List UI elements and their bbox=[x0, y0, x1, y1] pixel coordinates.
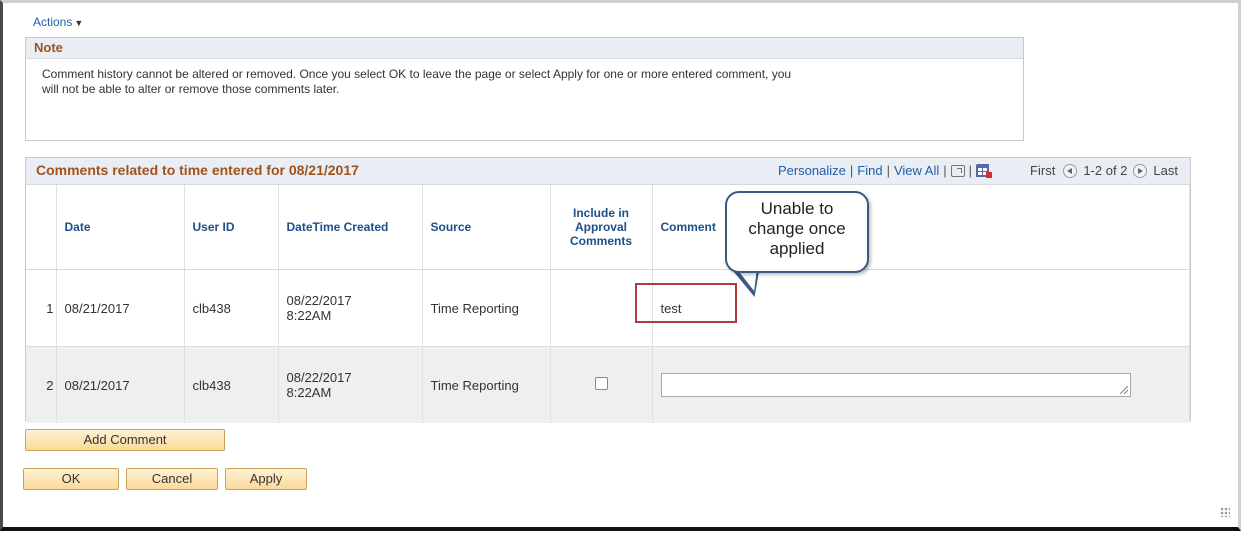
table-row: 1 08/21/2017 clb438 08/22/2017 8:22AM Ti… bbox=[26, 269, 1190, 347]
previous-arrow-icon[interactable] bbox=[1063, 163, 1078, 178]
row-number: 1 bbox=[26, 269, 57, 347]
zoom-icon[interactable] bbox=[950, 164, 965, 177]
add-comment-button[interactable]: Add Comment bbox=[25, 429, 225, 451]
actions-menu[interactable]: Actions ▼ bbox=[33, 15, 83, 29]
callout-line1: Unable to bbox=[760, 199, 834, 218]
callout-bubble: Unable to change once applied bbox=[725, 191, 869, 273]
first-link[interactable]: First bbox=[1030, 163, 1055, 178]
row-date: 08/21/2017 bbox=[56, 346, 185, 423]
row-user-id: clb438 bbox=[184, 269, 279, 347]
grid-header: Comments related to time entered for 08/… bbox=[26, 158, 1190, 185]
column-header-source: Source bbox=[422, 185, 551, 270]
callout-line2: change once bbox=[748, 219, 846, 238]
note-text: Comment history cannot be altered or rem… bbox=[26, 59, 1023, 97]
ok-button[interactable]: OK bbox=[23, 468, 119, 490]
resize-grip-icon[interactable] bbox=[1220, 507, 1230, 517]
personalize-link[interactable]: Personalize bbox=[778, 163, 846, 178]
find-link[interactable]: Find bbox=[857, 163, 882, 178]
table-row: 2 08/21/2017 clb438 08/22/2017 8:22AM Ti… bbox=[26, 346, 1190, 423]
highlight-box bbox=[635, 283, 737, 323]
comments-grid: Comments related to time entered for 08/… bbox=[25, 157, 1191, 423]
grid-title: Comments related to time entered for 08/… bbox=[36, 162, 359, 178]
row-source: Time Reporting bbox=[422, 346, 551, 423]
column-header-user-id: User ID bbox=[184, 185, 279, 270]
column-header-include-in-approval: Include in Approval Comments bbox=[550, 185, 653, 270]
include-approval-checkbox[interactable] bbox=[594, 377, 608, 390]
download-spreadsheet-icon[interactable] bbox=[976, 163, 993, 178]
column-header-date: Date bbox=[56, 185, 185, 270]
table-header-row: Date User ID DateTime Created Source Inc… bbox=[26, 185, 1190, 270]
row-range: 1-2 of 2 bbox=[1083, 163, 1128, 178]
note-text-line1: Comment history cannot be altered or rem… bbox=[42, 67, 792, 81]
apply-button[interactable]: Apply bbox=[225, 468, 307, 490]
row-datetime-created: 08/22/2017 8:22AM bbox=[278, 269, 423, 347]
comments-window: Actions ▼ Note Comment history cannot be … bbox=[0, 0, 1241, 531]
note-text-line2: will not be able to alter or remove thos… bbox=[42, 82, 340, 96]
note-title: Note bbox=[26, 38, 1023, 59]
next-arrow-icon[interactable] bbox=[1133, 163, 1148, 178]
comment-textarea[interactable] bbox=[660, 373, 1131, 397]
cancel-button[interactable]: Cancel bbox=[126, 468, 218, 490]
last-link[interactable]: Last bbox=[1153, 163, 1178, 178]
actions-label[interactable]: Actions bbox=[33, 15, 72, 29]
caret-down-icon[interactable]: ▼ bbox=[74, 18, 83, 28]
row-datetime-created: 08/22/2017 8:22AM bbox=[278, 346, 423, 423]
view-all-link[interactable]: View All bbox=[894, 163, 939, 178]
comments-table: Date User ID DateTime Created Source Inc… bbox=[26, 185, 1190, 423]
row-number: 2 bbox=[26, 346, 57, 423]
column-header-datetime-created: DateTime Created bbox=[278, 185, 423, 270]
row-source: Time Reporting bbox=[422, 269, 551, 347]
row-date: 08/21/2017 bbox=[56, 269, 185, 347]
grid-navigation: Personalize | Find | View All | | First … bbox=[777, 163, 1178, 178]
callout-line3: applied bbox=[769, 239, 825, 258]
row-user-id: clb438 bbox=[184, 346, 279, 423]
note-box: Note Comment history cannot be altered o… bbox=[25, 37, 1024, 141]
